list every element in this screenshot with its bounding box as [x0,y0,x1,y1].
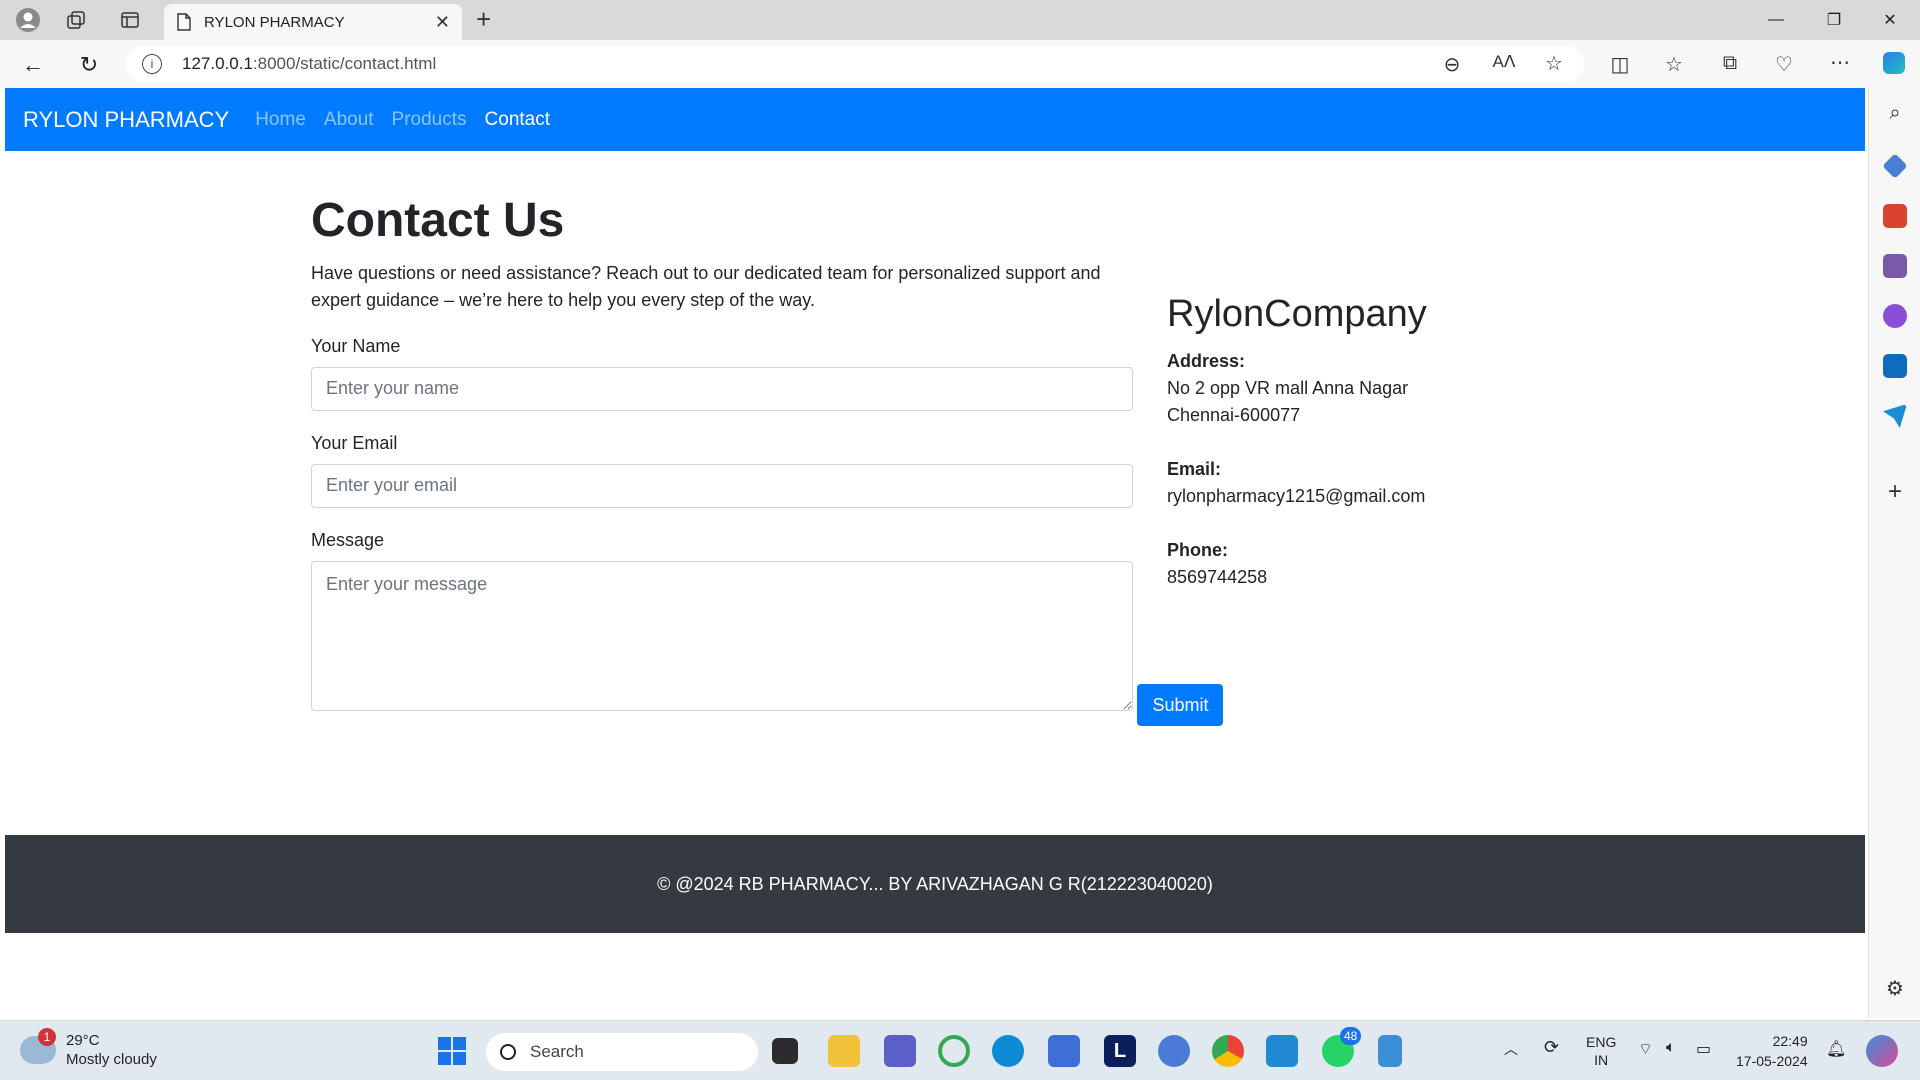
file-explorer-icon[interactable] [828,1035,860,1067]
teams-icon[interactable] [884,1035,916,1067]
whatsapp-badge: 48 [1340,1027,1362,1045]
navbar-brand[interactable]: RYLON PHARMACY [23,107,229,133]
weather-temperature: 29°C [66,1032,100,1049]
nav-link-about[interactable]: About [324,109,374,131]
split-screen-icon[interactable]: ◫ [1606,52,1634,77]
page-icon [177,13,191,31]
phone-label: Phone: [1167,539,1228,560]
favorite-star-icon[interactable]: ☆ [1540,51,1568,76]
read-aloud-icon[interactable]: Aᐱ [1490,52,1518,72]
tab-title: RYLON PHARMACY [204,13,345,31]
weather-description: Mostly cloudy [66,1051,157,1068]
clock-time: 22:49 [1772,1033,1808,1049]
microsoft365-icon[interactable] [1883,304,1907,328]
company-info: RylonCompany Address: No 2 opp VR mall A… [1167,293,1567,618]
name-input[interactable] [311,366,1133,411]
notifications-bell-icon[interactable]: 🔔︎ [1826,1039,1846,1059]
weather-widget[interactable]: 1 29°C Mostly cloudy [20,1028,157,1069]
browser-tab-strip: RYLON PHARMACY ✕ + — ❐ ✕ [0,0,1920,40]
email-info-label: Email: [1167,458,1222,479]
url-text[interactable]: 127.0.0.1:8000/static/contact.html [182,54,436,74]
taskbar-search-label: Search [530,1042,584,1061]
windows-start-icon[interactable] [436,1035,468,1067]
contact-lead-text: Have questions or need assistance? Reach… [311,262,1101,310]
nav-link-contact[interactable]: Contact [485,109,550,131]
new-tab-icon[interactable]: + [476,4,491,35]
favorites-icon[interactable]: ☆ [1660,52,1688,77]
close-window-icon[interactable]: ✕ [1862,6,1918,34]
close-tab-icon[interactable]: ✕ [435,12,450,33]
volume-icon[interactable]: 🔈︎ [1666,1039,1676,1057]
company-email: rylonpharmacy1215@gmail.com [1167,485,1426,506]
search-icon[interactable]: ⌕ [1881,102,1909,125]
battery-icon[interactable]: ▭ [1696,1039,1711,1059]
web-page: RYLON PHARMACY Home About Products Conta… [5,88,1865,1018]
windows-taskbar: 1 29°C Mostly cloudy Search L 48 ︿ ⟳ ENG… [0,1020,1920,1080]
outlook-icon[interactable] [1883,354,1907,378]
browser-essentials-icon[interactable]: ♡ [1770,52,1798,77]
task-view-icon[interactable] [772,1038,798,1064]
nav-link-products[interactable]: Products [392,109,467,131]
minimize-icon[interactable]: — [1748,6,1804,34]
copilot-taskbar-icon[interactable] [1866,1035,1898,1067]
notepad-icon[interactable] [1378,1035,1402,1067]
sync-app-icon[interactable] [938,1035,970,1067]
address-line-2: Chennai-600077 [1167,404,1301,425]
weather-badge: 1 [38,1028,56,1046]
back-icon[interactable]: ← [18,50,48,80]
add-sidebar-icon[interactable]: + [1881,478,1909,506]
send-icon[interactable] [1883,404,1907,428]
address-label: Address: [1167,350,1246,371]
chrome-icon[interactable] [1212,1035,1244,1067]
browser-tab-active[interactable]: RYLON PHARMACY ✕ [164,4,462,40]
nav-link-home[interactable]: Home [255,109,306,131]
zoom-out-icon[interactable]: ⊖ [1438,52,1466,77]
site-info-icon[interactable]: i [142,54,162,74]
profile-icon[interactable] [14,6,42,34]
edge-browser-icon[interactable] [992,1035,1024,1067]
edge-sidebar: ⌕ + ⚙ [1868,88,1920,1018]
l-app-icon[interactable]: L [1104,1035,1136,1067]
taskbar-clock[interactable]: 22:49 17-05-2024 [1736,1031,1808,1071]
company-phone: 8569744258 [1167,566,1268,587]
sync-status-icon[interactable]: ⟳ [1544,1037,1559,1058]
refresh-icon[interactable]: ↻ [74,50,104,80]
cloud-icon: 1 [20,1028,56,1064]
search-icon [500,1044,516,1060]
wifi-icon[interactable]: ⌔ [1638,1039,1653,1059]
show-hidden-icons-chevron-icon[interactable]: ︿ [1504,1039,1518,1059]
shopping-tag-icon[interactable] [1882,153,1908,179]
site-footer: © @2024 RB PHARMACY... BY ARIVAZHAGAN G … [5,835,1865,933]
microsoft-store-icon[interactable] [1048,1035,1080,1067]
address-bar[interactable]: i 127.0.0.1:8000/static/contact.html ⊖ A… [126,46,1584,82]
tab-actions-icon[interactable] [116,6,144,34]
restore-icon[interactable]: ❐ [1806,6,1862,34]
address-line-1: No 2 opp VR mall Anna Nagar [1167,377,1409,398]
settings-gear-icon[interactable]: ⚙ [1881,976,1909,1001]
copilot-icon[interactable] [1880,50,1908,82]
message-textarea[interactable] [311,560,1133,711]
taskbar-search[interactable]: Search [486,1033,758,1071]
submit-button[interactable]: Submit [1137,684,1224,727]
collections-icon[interactable]: ⧉ [1716,52,1744,75]
browser-toolbar: ← ↻ i 127.0.0.1:8000/static/contact.html… [0,40,1920,88]
site-navbar: RYLON PHARMACY Home About Products Conta… [5,88,1865,151]
page-title: Contact Us [311,194,565,247]
more-options-icon[interactable]: ⋯ [1826,50,1854,75]
vscode-icon[interactable] [1266,1035,1298,1067]
company-name: RylonCompany [1167,293,1427,335]
whatsapp-icon[interactable]: 48 [1322,1027,1362,1067]
arc-app-icon[interactable] [1158,1035,1190,1067]
footer-text: © @2024 RB PHARMACY... BY ARIVAZHAGAN G … [657,873,1213,894]
games-icon[interactable] [1883,254,1907,278]
language-indicator[interactable]: ENG IN [1586,1033,1616,1069]
tools-icon[interactable] [1883,204,1907,228]
clock-date: 17-05-2024 [1736,1053,1808,1069]
email-input[interactable] [311,463,1133,508]
workspaces-icon[interactable] [62,6,90,34]
